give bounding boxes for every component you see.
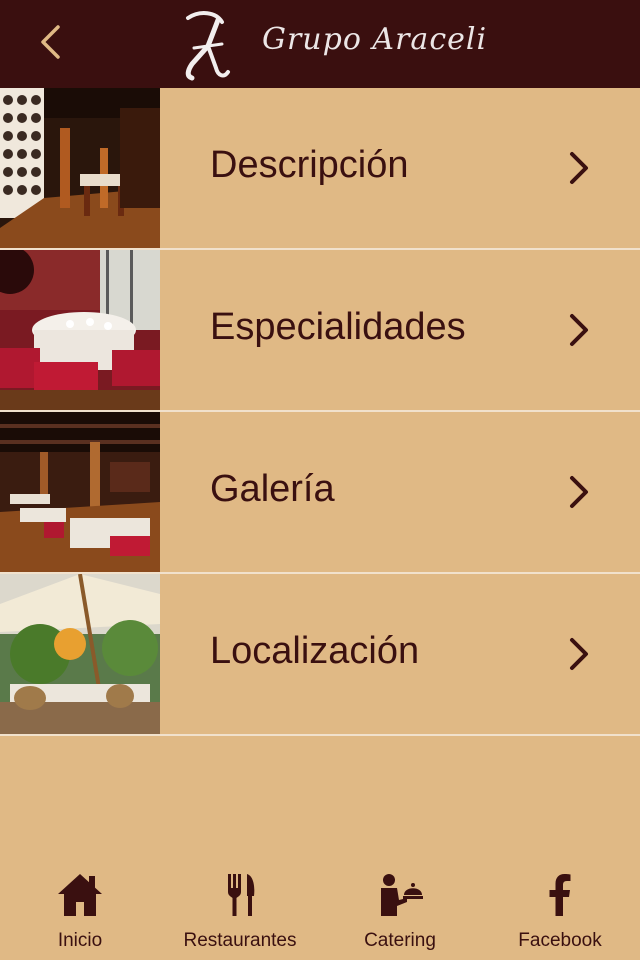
home-icon <box>58 874 102 916</box>
menu-item-descripcion[interactable]: Descripción <box>0 88 640 250</box>
fork-knife-icon <box>228 874 255 916</box>
top-bar: Grupo Araceli <box>0 0 640 88</box>
dining-room-photo <box>0 412 160 572</box>
waiter-cloche-icon <box>381 874 423 916</box>
tab-label: Facebook <box>518 930 602 951</box>
menu-item-galeria[interactable]: Galería <box>0 412 640 574</box>
chevron-right-icon <box>570 638 588 670</box>
brand-logo-text: Grupo Araceli <box>262 22 488 57</box>
chevron-right-icon <box>570 476 588 508</box>
restaurant-interior-photo <box>0 88 160 248</box>
restaurant-menu: Descripción Especialidades Galería Local… <box>0 88 640 736</box>
tab-facebook[interactable]: Facebook <box>480 860 640 960</box>
bottom-tab-bar: Inicio Restaurantes Catering Facebook <box>0 860 640 960</box>
terrace-photo <box>0 574 160 734</box>
menu-item-label: Especialidades <box>210 306 466 348</box>
menu-item-label: Descripción <box>210 144 409 186</box>
logo-icon <box>185 11 230 81</box>
tab-catering[interactable]: Catering <box>320 860 480 960</box>
tab-inicio[interactable]: Inicio <box>0 860 160 960</box>
dining-table-photo <box>0 250 160 410</box>
chevron-left-icon <box>41 25 60 59</box>
menu-item-localizacion[interactable]: Localización <box>0 574 640 736</box>
menu-item-label: Galería <box>210 468 335 510</box>
menu-item-especialidades[interactable]: Especialidades <box>0 250 640 412</box>
tab-label: Restaurantes <box>183 930 297 951</box>
menu-item-label: Localización <box>210 630 420 672</box>
chevron-right-icon <box>570 314 588 346</box>
facebook-icon <box>549 874 571 916</box>
chevron-right-icon <box>570 152 588 184</box>
tab-label: Inicio <box>57 930 103 951</box>
tab-restaurantes[interactable]: Restaurantes <box>160 860 320 960</box>
tab-label: Catering <box>364 930 436 951</box>
back-button[interactable] <box>30 22 70 62</box>
